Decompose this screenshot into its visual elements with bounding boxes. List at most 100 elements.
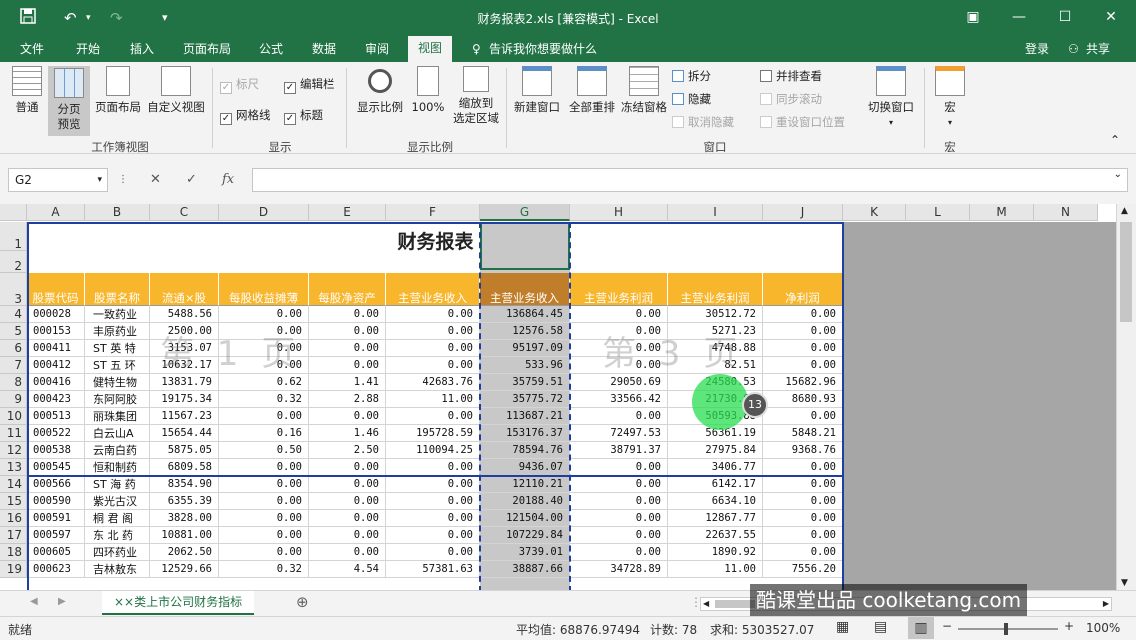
- sheet-tab-active[interactable]: ××类上市公司财务指标: [102, 591, 255, 615]
- cell-value[interactable]: 0.00: [309, 476, 386, 493]
- split-button[interactable]: 拆分: [672, 68, 711, 84]
- cell-stock-code[interactable]: 000597: [27, 527, 85, 544]
- cell-value[interactable]: 8354.90: [150, 476, 219, 493]
- worksheet-grid[interactable]: A B C D E F G H I J K L M N 1 2 3 4 5 6 7 8 9 10 11 12 13 14 15 16 17 1…: [0, 204, 1116, 590]
- cell-stock-name[interactable]: 桐 君 阁: [85, 510, 150, 527]
- cell-stock-name[interactable]: ST 海 药: [85, 476, 150, 493]
- zoom-100-button[interactable]: 100%: [408, 66, 448, 115]
- cell-value[interactable]: 3406.77: [668, 459, 763, 476]
- normal-view-icon[interactable]: ▦: [836, 619, 849, 635]
- tab-file[interactable]: 文件: [20, 40, 44, 58]
- scroll-left-icon[interactable]: ◀: [703, 598, 709, 610]
- next-sheet-icon[interactable]: ▶: [58, 596, 66, 607]
- cell-value[interactable]: 2062.50: [150, 544, 219, 561]
- row-header[interactable]: 9: [0, 391, 27, 408]
- cell-stock-code[interactable]: 000591: [27, 510, 85, 527]
- cell-value[interactable]: 1890.92: [668, 544, 763, 561]
- cell-value[interactable]: 121504.00: [480, 510, 570, 527]
- insert-function-icon[interactable]: fx: [222, 168, 234, 192]
- column-header-b[interactable]: B: [85, 204, 150, 221]
- cell-stock-code[interactable]: 000605: [27, 544, 85, 561]
- cell-value[interactable]: 136864.45: [480, 306, 570, 323]
- cell-value[interactable]: 0.00: [386, 340, 480, 357]
- ribbon-display-options-icon[interactable]: ▣: [958, 6, 988, 28]
- cell-value[interactable]: 0.00: [570, 408, 668, 425]
- cell-value[interactable]: 0.00: [570, 544, 668, 561]
- h-scroll-thumb[interactable]: [715, 600, 755, 608]
- cell-value[interactable]: 13831.79: [150, 374, 219, 391]
- row-header[interactable]: 7: [0, 357, 27, 374]
- prev-sheet-icon[interactable]: ◀: [30, 596, 38, 607]
- cell-value[interactable]: 0.00: [763, 476, 843, 493]
- cell-value[interactable]: 33566.42: [570, 391, 668, 408]
- row-header[interactable]: 1: [0, 222, 27, 251]
- cell-value[interactable]: 11.00: [668, 561, 763, 578]
- cell-value[interactable]: 0.00: [309, 510, 386, 527]
- arrange-all-button[interactable]: 全部重排: [566, 66, 618, 115]
- row-header[interactable]: 11: [0, 425, 27, 442]
- cell-value[interactable]: 0.00: [763, 527, 843, 544]
- column-header-f[interactable]: F: [386, 204, 480, 221]
- cell-value[interactable]: 0.16: [219, 425, 309, 442]
- cell-stock-name[interactable]: 白云山A: [85, 425, 150, 442]
- row-header[interactable]: 18: [0, 544, 27, 561]
- page-break-view-icon[interactable]: ▥: [908, 617, 934, 639]
- cell-value[interactable]: 0.00: [763, 357, 843, 374]
- row-header[interactable]: 8: [0, 374, 27, 391]
- tab-insert[interactable]: 插入: [130, 40, 154, 58]
- column-header-i[interactable]: I: [668, 204, 763, 221]
- cell-value[interactable]: 5875.05: [150, 442, 219, 459]
- cell-value[interactable]: 72497.53: [570, 425, 668, 442]
- cell-value[interactable]: 11567.23: [150, 408, 219, 425]
- cell-value[interactable]: 0.00: [386, 493, 480, 510]
- cell-value[interactable]: 0.00: [219, 527, 309, 544]
- normal-view-button[interactable]: 普通: [8, 66, 46, 134]
- column-header-d[interactable]: D: [219, 204, 309, 221]
- cell-value[interactable]: 0.00: [309, 408, 386, 425]
- cell-value[interactable]: 113687.21: [480, 408, 570, 425]
- cell-value[interactable]: 0.00: [309, 357, 386, 374]
- cell-value[interactable]: 4.54: [309, 561, 386, 578]
- cell-stock-name[interactable]: 丽珠集团: [85, 408, 150, 425]
- cell-value[interactable]: 0.00: [309, 323, 386, 340]
- cell-value[interactable]: 8680.93: [763, 391, 843, 408]
- cell-value[interactable]: 153176.37: [480, 425, 570, 442]
- formula-input[interactable]: ⌄: [252, 168, 1128, 192]
- cell-value[interactable]: 12110.21: [480, 476, 570, 493]
- cell-stock-code[interactable]: 000623: [27, 561, 85, 578]
- formula-bar-checkbox[interactable]: ✓ 编辑栏: [284, 76, 335, 94]
- cell-value[interactable]: 0.00: [763, 459, 843, 476]
- row-header[interactable]: 12: [0, 442, 27, 459]
- column-header-c[interactable]: C: [150, 204, 219, 221]
- cell-value[interactable]: 0.00: [763, 510, 843, 527]
- cell-value[interactable]: 0.00: [386, 323, 480, 340]
- cell-value[interactable]: 0.00: [309, 340, 386, 357]
- cell-stock-code[interactable]: 000153: [27, 323, 85, 340]
- cell-value[interactable]: 0.00: [570, 476, 668, 493]
- cell-value[interactable]: 11.00: [386, 391, 480, 408]
- cell-value[interactable]: 9436.07: [480, 459, 570, 476]
- column-header-h[interactable]: H: [570, 204, 668, 221]
- headings-checkbox[interactable]: ✓ 标题: [284, 107, 323, 125]
- macros-button[interactable]: 宏 ▾: [930, 66, 970, 130]
- cell-stock-name[interactable]: ST 英 特: [85, 340, 150, 357]
- cell-value[interactable]: 38791.37: [570, 442, 668, 459]
- zoom-out-icon[interactable]: −: [942, 619, 952, 633]
- column-header-a[interactable]: A: [27, 204, 85, 221]
- cell-stock-code[interactable]: 000412: [27, 357, 85, 374]
- column-header-j[interactable]: J: [763, 204, 843, 221]
- scroll-up-icon[interactable]: ▲: [1121, 206, 1128, 216]
- selected-cell-g2[interactable]: [480, 222, 570, 270]
- cell-value[interactable]: 0.00: [763, 408, 843, 425]
- row-header[interactable]: 10: [0, 408, 27, 425]
- close-icon[interactable]: ✕: [1096, 6, 1126, 28]
- scroll-thumb[interactable]: [1120, 222, 1132, 322]
- cell-value[interactable]: 0.00: [219, 306, 309, 323]
- cell-value[interactable]: 533.96: [480, 357, 570, 374]
- cell-value[interactable]: 0.00: [763, 544, 843, 561]
- cell-value[interactable]: 1.46: [309, 425, 386, 442]
- cell-value[interactable]: 0.00: [309, 527, 386, 544]
- cell-value[interactable]: 0.00: [386, 408, 480, 425]
- cell-stock-code[interactable]: 000538: [27, 442, 85, 459]
- row-header[interactable]: 16: [0, 510, 27, 527]
